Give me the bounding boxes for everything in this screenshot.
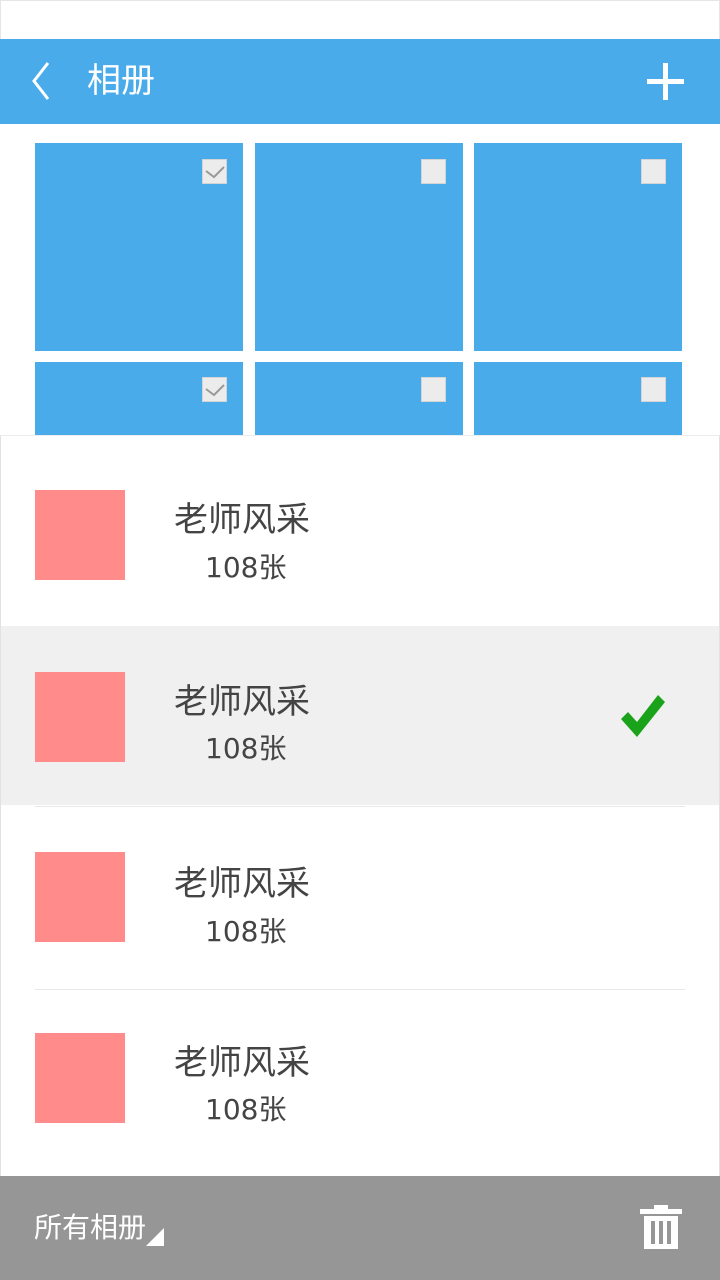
album-row[interactable]: 老师风采 108张 [1,436,719,626]
album-name: 老师风采 [174,500,310,540]
corner-triangle-icon[interactable] [146,1228,164,1246]
album-thumbnail [35,490,125,580]
photo-item[interactable] [255,143,463,351]
album-list: 老师风采 108张 老师风采 108张 老师风采 108张 老师风采 108张 [0,435,720,1176]
album-thumbnail [35,1033,125,1123]
photo-checkbox[interactable] [202,159,227,184]
photo-checkbox[interactable] [641,377,666,402]
album-name: 老师风采 [174,864,310,904]
nav-bar: 相册 [0,39,720,124]
plus-icon [647,63,684,100]
back-button[interactable] [22,59,62,103]
photo-checkbox[interactable] [421,377,446,402]
status-bar [0,0,720,39]
album-row[interactable]: 老师风采 108张 [1,806,719,989]
check-icon [621,695,665,737]
photo-item[interactable] [474,143,682,351]
add-album-button[interactable] [640,56,690,106]
check-icon [205,166,225,179]
photo-item[interactable] [35,362,243,435]
chevron-left-icon [32,62,50,100]
album-row[interactable]: 老师风采 108张 [1,990,719,1177]
album-count: 108张 [205,915,287,948]
photo-item[interactable] [255,362,463,435]
album-count: 108张 [205,551,287,584]
album-count: 108张 [205,732,287,765]
photo-item[interactable] [474,362,682,435]
trash-icon[interactable] [640,1205,682,1249]
album-count: 108张 [205,1093,287,1126]
album-name: 老师风采 [174,682,310,722]
album-thumbnail [35,672,125,762]
photo-checkbox[interactable] [421,159,446,184]
all-albums-button[interactable]: 所有相册 [34,1176,146,1280]
bottom-bar: 所有相册 [0,1176,720,1280]
check-icon [205,384,225,397]
photo-grid [0,124,720,435]
photo-checkbox[interactable] [202,377,227,402]
album-row[interactable]: 老师风采 108张 [1,626,719,805]
photo-checkbox[interactable] [641,159,666,184]
page-title: 相册 [87,61,155,101]
photo-item[interactable] [35,143,243,351]
album-name: 老师风采 [174,1043,310,1083]
album-thumbnail [35,852,125,942]
